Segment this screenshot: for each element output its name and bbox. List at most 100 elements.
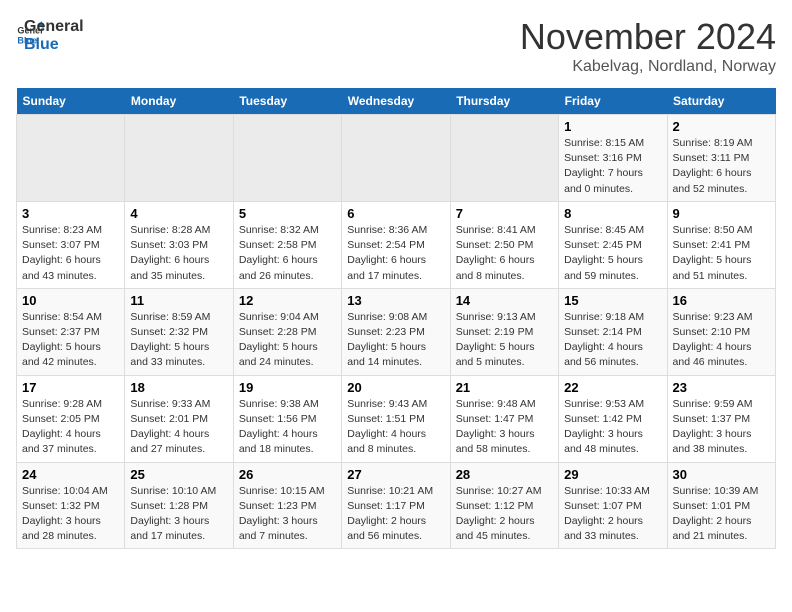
day-info: Sunrise: 10:21 AM Sunset: 1:17 PM Daylig… bbox=[347, 484, 444, 545]
calendar-cell: 6Sunrise: 8:36 AM Sunset: 2:54 PM Daylig… bbox=[342, 201, 450, 288]
day-number: 20 bbox=[347, 380, 444, 395]
calendar-cell: 11 Sunrise: 8:59 AM Sunset: 2:32 PM Dayli… bbox=[125, 288, 233, 375]
calendar-cell: 18 Sunrise: 9:33 AM Sunset: 2:01 PM Dayli… bbox=[125, 375, 233, 462]
calendar-cell: 17 Sunrise: 9:28 AM Sunset: 2:05 PM Dayli… bbox=[17, 375, 125, 462]
day-info: Sunrise: 9:43 AM Sunset: 1:51 PM Dayligh… bbox=[347, 397, 444, 458]
calendar-cell: 22 Sunrise: 9:53 AM Sunset: 1:42 PM Dayli… bbox=[559, 375, 667, 462]
day-number: 13 bbox=[347, 293, 444, 308]
calendar-cell: 27 Sunrise: 10:21 AM Sunset: 1:17 PM Dayl… bbox=[342, 462, 450, 549]
calendar-cell bbox=[17, 115, 125, 202]
day-number: 19 bbox=[239, 380, 336, 395]
calendar-cell: 25 Sunrise: 10:10 AM Sunset: 1:28 PM Dayl… bbox=[125, 462, 233, 549]
calendar-cell: 1Sunrise: 8:15 AM Sunset: 3:16 PM Daylig… bbox=[559, 115, 667, 202]
day-info: Sunrise: 9:13 AM Sunset: 2:19 PM Dayligh… bbox=[456, 310, 553, 371]
day-info: Sunrise: 10:33 AM Sunset: 1:07 PM Daylig… bbox=[564, 484, 661, 545]
header: General Blue General Blue November 2024 … bbox=[16, 16, 776, 76]
calendar-cell: 8 Sunrise: 8:45 AM Sunset: 2:45 PM Daylig… bbox=[559, 201, 667, 288]
day-info: Sunrise: 8:32 AM Sunset: 2:58 PM Dayligh… bbox=[239, 223, 336, 284]
day-number: 26 bbox=[239, 467, 336, 482]
calendar-cell: 24 Sunrise: 10:04 AM Sunset: 1:32 PM Dayl… bbox=[17, 462, 125, 549]
calendar-cell: 15 Sunrise: 9:18 AM Sunset: 2:14 PM Dayli… bbox=[559, 288, 667, 375]
title-area: November 2024 Kabelvag, Nordland, Norway bbox=[520, 16, 776, 76]
day-info: Sunrise: 8:19 AM Sunset: 3:11 PM Dayligh… bbox=[673, 136, 770, 197]
day-info: Sunrise: 9:48 AM Sunset: 1:47 PM Dayligh… bbox=[456, 397, 553, 458]
logo-line2: Blue bbox=[24, 36, 84, 54]
day-info: Sunrise: 9:18 AM Sunset: 2:14 PM Dayligh… bbox=[564, 310, 661, 371]
day-number: 29 bbox=[564, 467, 661, 482]
day-info: Sunrise: 9:33 AM Sunset: 2:01 PM Dayligh… bbox=[130, 397, 227, 458]
calendar-cell: 3 Sunrise: 8:23 AM Sunset: 3:07 PM Daylig… bbox=[17, 201, 125, 288]
calendar-cell: 13 Sunrise: 9:08 AM Sunset: 2:23 PM Dayli… bbox=[342, 288, 450, 375]
calendar-cell: 28Sunrise: 10:27 AM Sunset: 1:12 PM Dayl… bbox=[450, 462, 558, 549]
calendar-week-row: 24 Sunrise: 10:04 AM Sunset: 1:32 PM Dayl… bbox=[17, 462, 776, 549]
day-info: Sunrise: 9:38 AM Sunset: 1:56 PM Dayligh… bbox=[239, 397, 336, 458]
logo-line1: General bbox=[24, 18, 84, 36]
day-info: Sunrise: 10:04 AM Sunset: 1:32 PM Daylig… bbox=[22, 484, 119, 545]
calendar-week-row: 10 Sunrise: 8:54 AM Sunset: 2:37 PM Dayli… bbox=[17, 288, 776, 375]
calendar-cell: 21Sunrise: 9:48 AM Sunset: 1:47 PM Dayli… bbox=[450, 375, 558, 462]
calendar-cell: 9Sunrise: 8:50 AM Sunset: 2:41 PM Daylig… bbox=[667, 201, 775, 288]
calendar-cell bbox=[125, 115, 233, 202]
day-number: 17 bbox=[22, 380, 119, 395]
day-number: 15 bbox=[564, 293, 661, 308]
calendar-cell: 12 Sunrise: 9:04 AM Sunset: 2:28 PM Dayli… bbox=[233, 288, 341, 375]
calendar-subtitle: Kabelvag, Nordland, Norway bbox=[520, 58, 776, 76]
day-number: 12 bbox=[239, 293, 336, 308]
day-info: Sunrise: 9:23 AM Sunset: 2:10 PM Dayligh… bbox=[673, 310, 770, 371]
day-number: 7 bbox=[456, 206, 553, 221]
day-number: 2 bbox=[673, 119, 770, 134]
day-number: 10 bbox=[22, 293, 119, 308]
day-info: Sunrise: 8:59 AM Sunset: 2:32 PM Dayligh… bbox=[130, 310, 227, 371]
day-number: 18 bbox=[130, 380, 227, 395]
calendar-title: November 2024 bbox=[520, 16, 776, 58]
day-number: 8 bbox=[564, 206, 661, 221]
weekday-header-cell: Sunday bbox=[17, 88, 125, 115]
weekday-header-cell: Monday bbox=[125, 88, 233, 115]
day-info: Sunrise: 9:08 AM Sunset: 2:23 PM Dayligh… bbox=[347, 310, 444, 371]
day-number: 22 bbox=[564, 380, 661, 395]
day-info: Sunrise: 10:15 AM Sunset: 1:23 PM Daylig… bbox=[239, 484, 336, 545]
calendar-cell: 4Sunrise: 8:28 AM Sunset: 3:03 PM Daylig… bbox=[125, 201, 233, 288]
day-info: Sunrise: 8:41 AM Sunset: 2:50 PM Dayligh… bbox=[456, 223, 553, 284]
day-number: 27 bbox=[347, 467, 444, 482]
day-info: Sunrise: 9:04 AM Sunset: 2:28 PM Dayligh… bbox=[239, 310, 336, 371]
weekday-header-cell: Tuesday bbox=[233, 88, 341, 115]
day-info: Sunrise: 8:45 AM Sunset: 2:45 PM Dayligh… bbox=[564, 223, 661, 284]
calendar-table: SundayMondayTuesdayWednesdayThursdayFrid… bbox=[16, 88, 776, 549]
day-info: Sunrise: 9:59 AM Sunset: 1:37 PM Dayligh… bbox=[673, 397, 770, 458]
calendar-cell: 14Sunrise: 9:13 AM Sunset: 2:19 PM Dayli… bbox=[450, 288, 558, 375]
day-info: Sunrise: 8:54 AM Sunset: 2:37 PM Dayligh… bbox=[22, 310, 119, 371]
day-info: Sunrise: 10:10 AM Sunset: 1:28 PM Daylig… bbox=[130, 484, 227, 545]
calendar-week-row: 17 Sunrise: 9:28 AM Sunset: 2:05 PM Dayli… bbox=[17, 375, 776, 462]
calendar-cell: 7 Sunrise: 8:41 AM Sunset: 2:50 PM Daylig… bbox=[450, 201, 558, 288]
calendar-cell: 26 Sunrise: 10:15 AM Sunset: 1:23 PM Dayl… bbox=[233, 462, 341, 549]
day-info: Sunrise: 8:50 AM Sunset: 2:41 PM Dayligh… bbox=[673, 223, 770, 284]
calendar-cell: 23 Sunrise: 9:59 AM Sunset: 1:37 PM Dayli… bbox=[667, 375, 775, 462]
day-number: 3 bbox=[22, 206, 119, 221]
calendar-cell bbox=[233, 115, 341, 202]
day-info: Sunrise: 10:39 AM Sunset: 1:01 PM Daylig… bbox=[673, 484, 770, 545]
day-number: 4 bbox=[130, 206, 227, 221]
weekday-header-cell: Thursday bbox=[450, 88, 558, 115]
day-number: 28 bbox=[456, 467, 553, 482]
weekday-header-cell: Friday bbox=[559, 88, 667, 115]
calendar-cell: 10 Sunrise: 8:54 AM Sunset: 2:37 PM Dayli… bbox=[17, 288, 125, 375]
logo: General Blue General Blue bbox=[16, 16, 84, 53]
calendar-cell: 20 Sunrise: 9:43 AM Sunset: 1:51 PM Dayli… bbox=[342, 375, 450, 462]
day-number: 5 bbox=[239, 206, 336, 221]
day-number: 24 bbox=[22, 467, 119, 482]
day-info: Sunrise: 8:23 AM Sunset: 3:07 PM Dayligh… bbox=[22, 223, 119, 284]
calendar-cell: 30Sunrise: 10:39 AM Sunset: 1:01 PM Dayl… bbox=[667, 462, 775, 549]
calendar-week-row: 3 Sunrise: 8:23 AM Sunset: 3:07 PM Daylig… bbox=[17, 201, 776, 288]
calendar-cell: 29 Sunrise: 10:33 AM Sunset: 1:07 PM Dayl… bbox=[559, 462, 667, 549]
day-number: 23 bbox=[673, 380, 770, 395]
day-number: 6 bbox=[347, 206, 444, 221]
calendar-week-row: 1Sunrise: 8:15 AM Sunset: 3:16 PM Daylig… bbox=[17, 115, 776, 202]
calendar-cell bbox=[450, 115, 558, 202]
weekday-header-row: SundayMondayTuesdayWednesdayThursdayFrid… bbox=[17, 88, 776, 115]
day-info: Sunrise: 9:28 AM Sunset: 2:05 PM Dayligh… bbox=[22, 397, 119, 458]
day-info: Sunrise: 9:53 AM Sunset: 1:42 PM Dayligh… bbox=[564, 397, 661, 458]
day-number: 11 bbox=[130, 293, 227, 308]
day-number: 25 bbox=[130, 467, 227, 482]
calendar-cell: 19 Sunrise: 9:38 AM Sunset: 1:56 PM Dayli… bbox=[233, 375, 341, 462]
